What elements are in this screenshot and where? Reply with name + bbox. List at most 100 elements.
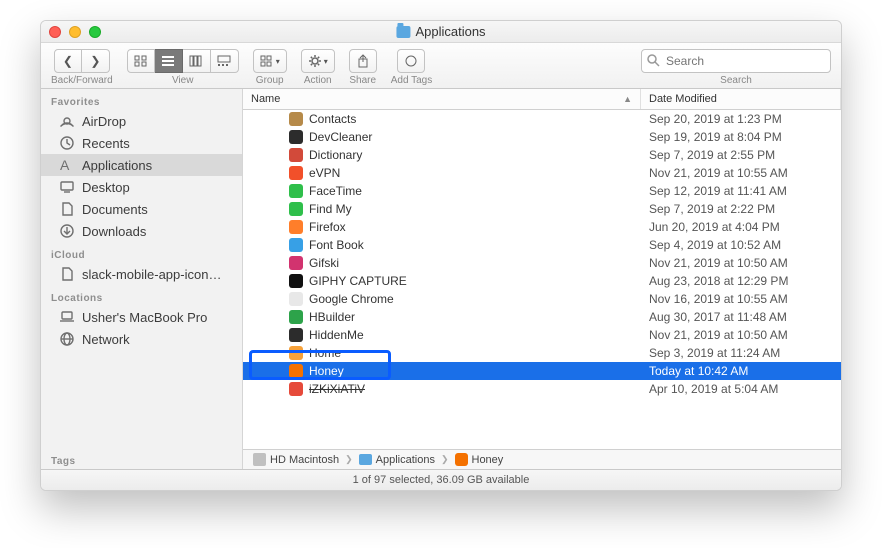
table-row[interactable]: Firefox Jun 20, 2019 at 4:04 PM: [243, 218, 841, 236]
file-name: Dictionary: [309, 148, 362, 162]
app-icon: [289, 220, 303, 234]
action-button[interactable]: ▾: [301, 49, 335, 73]
column-date-label: Date Modified: [649, 93, 717, 105]
file-name: Home: [309, 346, 341, 360]
share-button[interactable]: [349, 49, 377, 73]
table-row[interactable]: eVPN Nov 21, 2019 at 10:55 AM: [243, 164, 841, 182]
finder-window: Applications ❮ ❯ Back/Forward: [40, 20, 842, 491]
path-folder[interactable]: Applications: [359, 454, 435, 466]
app-icon: [289, 274, 303, 288]
sort-caret-icon: ▲: [623, 94, 632, 104]
close-icon[interactable]: [49, 26, 61, 38]
table-row[interactable]: HBuilderAug 30, 2017 at 11:48 AM: [243, 308, 841, 326]
file-date: Aug 23, 2018 at 12:29 PM: [641, 274, 841, 288]
file-date: Sep 3, 2019 at 11:24 AM: [641, 346, 841, 360]
airdrop-icon: [59, 113, 75, 129]
app-icon: [289, 292, 303, 306]
view-switcher: [127, 49, 239, 73]
column-view-icon: [189, 55, 203, 67]
path-folder-label: Applications: [376, 454, 435, 466]
table-row[interactable]: Google ChromeNov 16, 2019 at 10:55 AM: [243, 290, 841, 308]
file-date: Nov 16, 2019 at 10:55 AM: [641, 292, 841, 306]
back-forward-label: Back/Forward: [51, 75, 113, 86]
table-row[interactable]: DevCleaner Sep 19, 2019 at 8:04 PM: [243, 128, 841, 146]
gallery-view-icon: [217, 55, 231, 67]
table-row[interactable]: Font BookSep 4, 2019 at 10:52 AM: [243, 236, 841, 254]
back-button[interactable]: ❮: [54, 49, 82, 73]
apps-icon: A: [59, 157, 75, 173]
downloads-icon: [59, 223, 75, 239]
table-row[interactable]: Find MySep 7, 2019 at 2:22 PM: [243, 200, 841, 218]
forward-button[interactable]: ❯: [82, 49, 110, 73]
sidebar-item-documents[interactable]: Documents: [41, 198, 242, 220]
file-name: DevCleaner: [309, 130, 372, 144]
file-name: FaceTime: [309, 184, 362, 198]
traffic-lights: [49, 26, 101, 38]
file-name: eVPN: [309, 166, 340, 180]
zoom-icon[interactable]: [89, 26, 101, 38]
path-disk[interactable]: HD Macintosh: [253, 453, 339, 466]
file-name: HiddenMe: [309, 328, 364, 342]
sidebar-item-label: Downloads: [82, 224, 146, 239]
sidebar-item-downloads[interactable]: Downloads: [41, 220, 242, 242]
sidebar-item-label: Network: [82, 332, 130, 347]
group-button[interactable]: ▾: [253, 49, 287, 73]
tags-header: Tags: [41, 452, 242, 469]
column-name-header[interactable]: Name ▲: [243, 89, 641, 109]
gallery-view-button[interactable]: [211, 49, 239, 73]
sidebar-item-label: Recents: [82, 136, 130, 151]
table-row[interactable]: DictionarySep 7, 2019 at 2:55 PM: [243, 146, 841, 164]
table-row[interactable]: iZKiXiATiVApr 10, 2019 at 5:04 AM: [243, 380, 841, 398]
file-date: Sep 7, 2019 at 2:22 PM: [641, 202, 841, 216]
sidebar-item-label: AirDrop: [82, 114, 126, 129]
column-view-button[interactable]: [183, 49, 211, 73]
sidebar-item-desktop[interactable]: Desktop: [41, 176, 242, 198]
search-input[interactable]: [641, 49, 831, 73]
app-icon: [289, 364, 303, 378]
file-date: Nov 21, 2019 at 10:55 AM: [641, 166, 841, 180]
addtags-button[interactable]: [397, 49, 425, 73]
sidebar-item-recents[interactable]: Recents: [41, 132, 242, 154]
list-view-icon: [161, 55, 175, 67]
addtags-label: Add Tags: [391, 75, 433, 86]
search-field: [641, 49, 831, 73]
column-date-header[interactable]: Date Modified: [641, 89, 841, 109]
toolbar: ❮ ❯ Back/Forward View: [41, 43, 841, 89]
file-date: Sep 19, 2019 at 8:04 PM: [641, 130, 841, 144]
sidebar-item-usher-s-macbook-pro[interactable]: Usher's MacBook Pro: [41, 306, 242, 328]
file-date: Jun 20, 2019 at 4:04 PM: [641, 220, 841, 234]
app-icon: [289, 310, 303, 324]
table-row[interactable]: HiddenMe Nov 21, 2019 at 10:50 AM: [243, 326, 841, 344]
app-icon: [289, 202, 303, 216]
table-row[interactable]: ContactsSep 20, 2019 at 1:23 PM: [243, 110, 841, 128]
sidebar-item-label: Documents: [82, 202, 148, 217]
desktop-icon: [59, 179, 75, 195]
sidebar-item-applications[interactable]: AApplications: [41, 154, 242, 176]
action-label: Action: [304, 75, 332, 86]
app-icon: [289, 112, 303, 126]
sidebar-item-airdrop[interactable]: AirDrop: [41, 110, 242, 132]
table-row[interactable]: HoneyToday at 10:42 AM: [243, 362, 841, 380]
search-icon: [647, 54, 660, 67]
group-label: Group: [256, 75, 284, 86]
folder-icon: [396, 26, 410, 38]
list-view-button[interactable]: [155, 49, 183, 73]
file-name: Firefox: [309, 220, 346, 234]
titlebar[interactable]: Applications: [41, 21, 841, 43]
table-row[interactable]: Home Sep 3, 2019 at 11:24 AM: [243, 344, 841, 362]
sidebar-item-label: slack-mobile-app-icon…: [82, 267, 221, 282]
file-list[interactable]: ContactsSep 20, 2019 at 1:23 PMDevCleane…: [243, 110, 841, 398]
status-text: 1 of 97 selected, 36.09 GB available: [353, 474, 530, 486]
file-date: Nov 21, 2019 at 10:50 AM: [641, 328, 841, 342]
table-row[interactable]: FaceTimeSep 12, 2019 at 11:41 AM: [243, 182, 841, 200]
app-icon: [289, 346, 303, 360]
file-date: Sep 20, 2019 at 1:23 PM: [641, 112, 841, 126]
icon-view-button[interactable]: [127, 49, 155, 73]
gear-icon: [308, 54, 322, 68]
sidebar-item-slack-mobile-app-icon-[interactable]: slack-mobile-app-icon…: [41, 263, 242, 285]
sidebar-item-network[interactable]: Network: [41, 328, 242, 350]
table-row[interactable]: GIPHY CAPTUREAug 23, 2018 at 12:29 PM: [243, 272, 841, 290]
table-row[interactable]: GifskiNov 21, 2019 at 10:50 AM: [243, 254, 841, 272]
path-item[interactable]: Honey: [455, 453, 504, 466]
minimize-icon[interactable]: [69, 26, 81, 38]
